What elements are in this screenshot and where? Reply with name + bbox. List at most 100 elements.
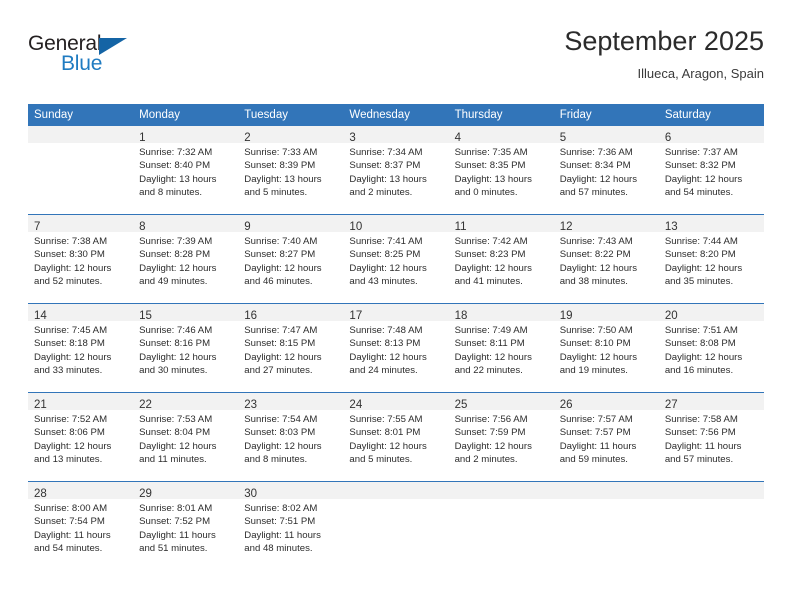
calendar-day-cell[interactable]: 25 Sunrise: 7:56 AM Sunset: 7:59 PM Dayligh… [448, 392, 554, 482]
calendar-day-cell[interactable]: 10 Sunrise: 7:41 AM Sunset: 8:25 PM Dayligh… [343, 214, 449, 304]
daylight-text: Daylight: 12 hours [34, 351, 112, 363]
calendar-day-cell[interactable]: 21 Sunrise: 7:52 AM Sunset: 8:06 PM Dayligh… [28, 392, 134, 482]
day-cell-inner: 13 Sunrise: 7:44 AM Sunset: 8:20 PM Dayligh… [658, 215, 764, 303]
day-number: 6 [664, 132, 672, 144]
calendar-day-cell[interactable]: 26 Sunrise: 7:57 AM Sunset: 7:57 PM Dayligh… [553, 392, 659, 482]
calendar-day-cell[interactable]: 6 Sunrise: 7:37 AM Sunset: 8:32 PM Daylight… [658, 126, 764, 215]
day-cell-inner: 26 Sunrise: 7:57 AM Sunset: 7:57 PM Dayligh… [553, 393, 659, 481]
day-number-band: 4 [448, 126, 554, 144]
calendar-day-cell[interactable]: 18 Sunrise: 7:49 AM Sunset: 8:11 PM Dayligh… [448, 303, 554, 393]
calendar-day-cell[interactable]: 23 Sunrise: 7:54 AM Sunset: 8:03 PM Dayligh… [238, 392, 344, 482]
calendar-day-cell[interactable]: 19 Sunrise: 7:50 AM Sunset: 8:10 PM Dayligh… [553, 303, 659, 393]
calendar-day-cell[interactable]: 4 Sunrise: 7:35 AM Sunset: 8:35 PM Daylight… [448, 126, 554, 215]
day-sun-info: Sunrise: 7:57 AM Sunset: 7:57 PM Daylight:… [554, 410, 659, 467]
calendar-week-row: 1 Sunrise: 7:32 AM Sunset: 8:40 PM Daylight… [28, 126, 764, 215]
sunset-text: Sunset: 7:56 PM [664, 427, 736, 439]
sunset-text: Sunset: 8:16 PM [139, 338, 211, 350]
sunset-text: Sunset: 8:11 PM [454, 338, 525, 350]
sunset-text: Sunset: 8:04 PM [139, 427, 211, 439]
weekday-headers: Sunday Monday Tuesday Wednesday Thursday Frid… [28, 104, 764, 126]
calendar-day-cell[interactable]: 8 Sunrise: 7:39 AM Sunset: 8:28 PM Daylight… [133, 214, 239, 304]
day-number: 5 [559, 132, 567, 144]
day-sun-info: Sunrise: 7:37 AM Sunset: 8:32 PM Daylight:… [659, 143, 764, 200]
sunset-text: Sunset: 8:22 PM [559, 249, 631, 261]
general-blue-logo[interactable]: General Blue [28, 32, 228, 88]
calendar-day-cell[interactable]: 7 Sunrise: 7:38 AM Sunset: 8:30 PM Daylight… [28, 214, 134, 304]
calendar-day-cell[interactable]: 28 Sunrise: 8:00 AM Sunset: 7:54 PM Dayligh… [28, 481, 134, 570]
calendar-day-cell[interactable]: 17 Sunrise: 7:48 AM Sunset: 8:13 PM Dayligh… [343, 303, 449, 393]
calendar-day-cell[interactable]: 20 Sunrise: 7:51 AM Sunset: 8:08 PM Dayligh… [658, 303, 764, 393]
daylight-text: and 5 minutes. [349, 454, 413, 466]
calendar-day-cell[interactable]: 16 Sunrise: 7:47 AM Sunset: 8:15 PM Dayligh… [238, 303, 344, 393]
sunrise-text: Sunrise: 7:44 AM [664, 236, 738, 247]
day-number: 10 [349, 221, 363, 233]
day-number-band [448, 482, 554, 499]
daylight-text: Daylight: 11 hours [664, 440, 742, 452]
day-number: 24 [349, 399, 363, 411]
daylight-text: and 2 minutes. [454, 454, 518, 466]
day-number: 23 [244, 399, 258, 411]
day-sun-info [449, 499, 554, 502]
day-number-band: 2 [238, 126, 344, 144]
calendar-day-cell-empty [28, 126, 134, 215]
day-number-band: 20 [658, 304, 764, 322]
calendar-day-cell[interactable]: 14 Sunrise: 7:45 AM Sunset: 8:18 PM Dayligh… [28, 303, 134, 393]
calendar-day-cell[interactable]: 15 Sunrise: 7:46 AM Sunset: 8:16 PM Dayligh… [133, 303, 239, 393]
calendar-day-cell-empty [553, 481, 659, 570]
calendar-day-cell[interactable]: 13 Sunrise: 7:44 AM Sunset: 8:20 PM Dayligh… [658, 214, 764, 304]
calendar-day-cell[interactable]: 29 Sunrise: 8:01 AM Sunset: 7:52 PM Dayligh… [133, 481, 239, 570]
daylight-text: Daylight: 12 hours [139, 262, 217, 274]
sunrise-text: Sunrise: 7:35 AM [454, 147, 528, 158]
day-number-band: 9 [238, 215, 344, 233]
sunset-text: Sunset: 7:57 PM [559, 427, 631, 439]
daylight-text: and 46 minutes. [244, 276, 313, 288]
day-number-band: 21 [28, 393, 134, 411]
logo-text-blue: Blue [61, 52, 103, 75]
calendar-grid: Sunday Monday Tuesday Wednesday Thursday Frid… [28, 104, 764, 570]
day-number: 15 [139, 310, 152, 322]
day-sun-info [554, 499, 659, 502]
weekday-header-wednesday: Wednesday [343, 104, 449, 126]
calendar-day-cell[interactable]: 22 Sunrise: 7:53 AM Sunset: 8:04 PM Dayligh… [133, 392, 239, 482]
page-header: General Blue September 2025 Illueca, Ara… [28, 24, 764, 96]
weekday-header-thursday: Thursday [448, 104, 554, 126]
sunrise-text: Sunrise: 7:33 AM [244, 147, 318, 158]
day-number-band: 6 [658, 126, 764, 144]
calendar-day-cell[interactable]: 30 Sunrise: 8:02 AM Sunset: 7:51 PM Dayligh… [238, 481, 344, 570]
sunset-text: Sunset: 8:39 PM [244, 160, 316, 172]
calendar-day-cell-empty [658, 481, 764, 570]
day-sun-info: Sunrise: 7:44 AM Sunset: 8:20 PM Daylight:… [659, 232, 764, 289]
sunrise-text: Sunrise: 7:51 AM [664, 325, 738, 336]
weekday-header-friday: Friday [553, 104, 659, 126]
calendar-day-cell[interactable]: 24 Sunrise: 7:55 AM Sunset: 8:01 PM Dayligh… [343, 392, 449, 482]
day-number: 28 [34, 488, 47, 500]
calendar-day-cell[interactable]: 27 Sunrise: 7:58 AM Sunset: 7:56 PM Dayligh… [658, 392, 764, 482]
day-number: 2 [244, 132, 251, 144]
day-cell-inner: 15 Sunrise: 7:46 AM Sunset: 8:16 PM Dayligh… [133, 304, 239, 392]
sunset-text: Sunset: 8:18 PM [34, 338, 105, 350]
calendar-day-cell[interactable]: 2 Sunrise: 7:33 AM Sunset: 8:39 PM Daylight… [238, 126, 344, 215]
sunset-text: Sunset: 8:06 PM [34, 427, 105, 439]
daylight-text: Daylight: 12 hours [139, 440, 217, 452]
location-subtitle: Illueca, Aragon, Spain [637, 66, 764, 81]
day-sun-info: Sunrise: 7:54 AM Sunset: 8:03 PM Daylight:… [238, 410, 343, 467]
calendar-day-cell[interactable]: 3 Sunrise: 7:34 AM Sunset: 8:37 PM Daylight… [343, 126, 449, 215]
calendar-day-cell[interactable]: 1 Sunrise: 7:32 AM Sunset: 8:40 PM Daylight… [133, 126, 239, 215]
calendar-day-cell[interactable]: 11 Sunrise: 7:42 AM Sunset: 8:23 PM Dayligh… [448, 214, 554, 304]
daylight-text: Daylight: 12 hours [349, 351, 427, 363]
daylight-text: and 19 minutes. [559, 365, 628, 377]
daylight-text: Daylight: 12 hours [244, 262, 322, 274]
calendar-day-cell[interactable]: 5 Sunrise: 7:36 AM Sunset: 8:34 PM Daylight… [553, 126, 659, 215]
daylight-text: and 38 minutes. [559, 276, 628, 288]
calendar-day-cell[interactable]: 12 Sunrise: 7:43 AM Sunset: 8:22 PM Dayligh… [553, 214, 659, 304]
daylight-text: and 8 minutes. [244, 454, 308, 466]
daylight-text: Daylight: 12 hours [244, 351, 322, 363]
day-sun-info: Sunrise: 7:33 AM Sunset: 8:39 PM Daylight:… [238, 143, 343, 200]
triangle-flag-icon [99, 38, 127, 55]
sunrise-text: Sunrise: 7:54 AM [244, 414, 318, 425]
day-cell-inner: 11 Sunrise: 7:42 AM Sunset: 8:23 PM Dayligh… [448, 215, 554, 303]
day-sun-info: Sunrise: 8:02 AM Sunset: 7:51 PM Daylight:… [238, 499, 343, 556]
day-sun-info: Sunrise: 7:49 AM Sunset: 8:11 PM Daylight:… [449, 321, 554, 378]
day-cell-inner: 8 Sunrise: 7:39 AM Sunset: 8:28 PM Daylight… [133, 215, 239, 303]
calendar-day-cell[interactable]: 9 Sunrise: 7:40 AM Sunset: 8:27 PM Daylight… [238, 214, 344, 304]
